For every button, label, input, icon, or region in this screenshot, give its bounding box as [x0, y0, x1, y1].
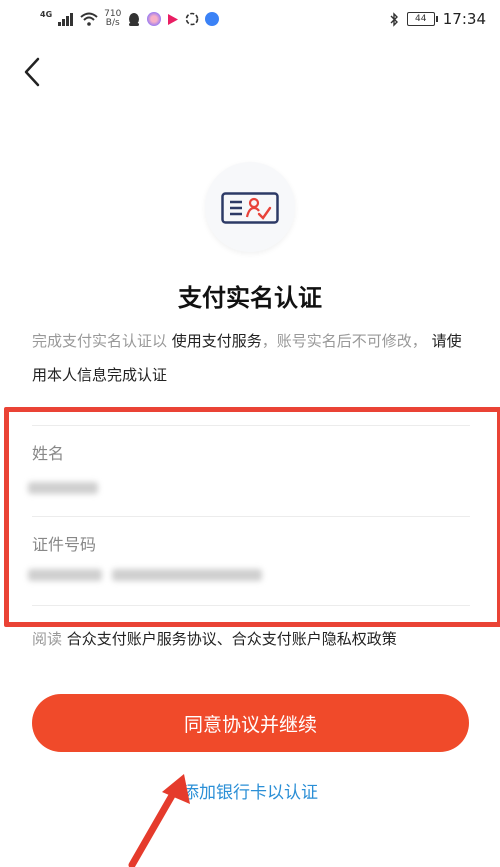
desc-strong-1: 使用支付服务 [171, 332, 262, 350]
video-icon [168, 13, 179, 25]
signal-icon [58, 12, 74, 26]
agreement-prefix: 阅读 [32, 630, 67, 648]
music-icon [205, 12, 220, 26]
app-icon [147, 12, 162, 26]
id-card-verify-icon [205, 162, 295, 252]
wifi-icon [80, 12, 98, 26]
desc-text-1: 完成支付实名认证以 [32, 332, 172, 350]
chevron-left-icon [24, 57, 40, 87]
speed-unit: B/s [105, 18, 120, 28]
status-left: 4G 710 B/s [40, 8, 220, 30]
annotation-arrow-icon [128, 774, 190, 867]
status-bar: 4G 710 B/s 44 17:34 [0, 0, 500, 38]
network-type: 4G [40, 9, 53, 19]
verification-description: 完成支付实名认证以 使用支付服务，账号实名后不可修改， 请使用本人信息完成认证 [32, 324, 472, 392]
back-button[interactable] [18, 56, 48, 88]
status-right: 44 17:34 [389, 8, 486, 30]
clock: 17:34 [442, 10, 486, 28]
add-bank-card-link[interactable]: 添加银行卡以认证 [0, 778, 500, 803]
agreement-terms-link[interactable]: 合众支付账户服务协议、合众支付账户隐私权政策 [67, 630, 397, 648]
highlight-annotation-frame [4, 407, 500, 627]
agree-continue-button[interactable]: 同意协议并继续 [32, 694, 469, 752]
battery-icon: 44 [406, 12, 438, 26]
network-speed: 710 B/s [104, 10, 121, 28]
agreement-line: 阅读 合众支付账户服务协议、合众支付账户隐私权政策 [32, 628, 397, 649]
desc-text-2: ，账号实名后不可修改， [261, 332, 427, 350]
bluetooth-icon [390, 11, 398, 27]
qq-icon [129, 12, 140, 26]
circle-icon [186, 12, 199, 26]
page-title: 支付实名认证 [178, 284, 322, 312]
